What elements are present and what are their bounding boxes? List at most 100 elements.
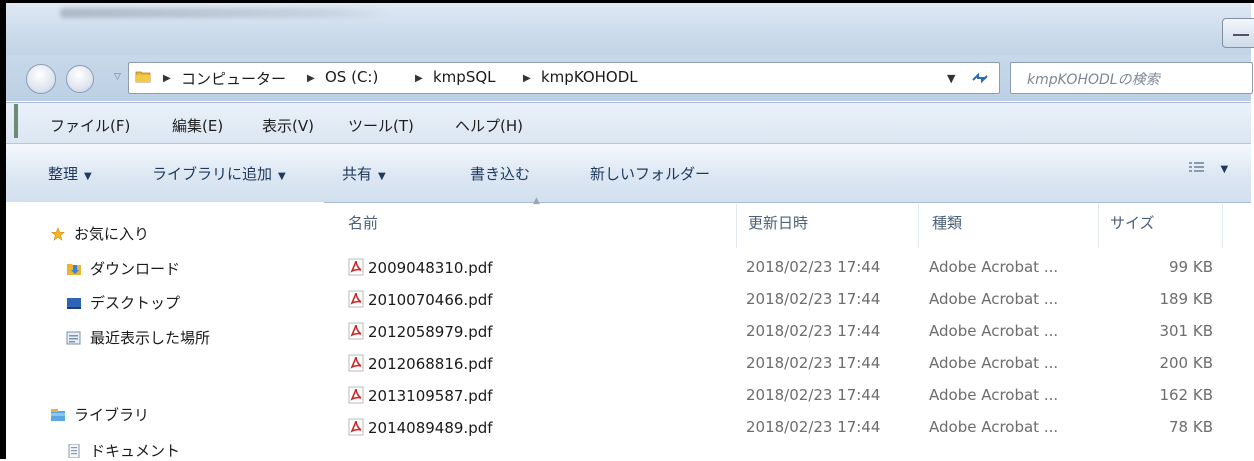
- nav-item-recent-places[interactable]: 最近表示した場所: [66, 327, 210, 348]
- add-to-library-button[interactable]: ライブラリに追加 ▼: [152, 163, 286, 184]
- organize-button[interactable]: 整理 ▼: [48, 163, 92, 184]
- breadcrumb-computer[interactable]: コンピューター: [181, 68, 286, 89]
- file-type: Adobe Acrobat ...: [929, 258, 1059, 276]
- menu-view[interactable]: 表示(V): [262, 115, 314, 136]
- star-icon: [51, 227, 65, 241]
- breadcrumb-arrow-icon[interactable]: ▶: [415, 73, 423, 84]
- address-dropdown-chevron-icon[interactable]: ▼: [947, 72, 955, 85]
- menu-file[interactable]: ファイル(F): [50, 115, 130, 136]
- file-type: Adobe Acrobat ...: [929, 418, 1059, 436]
- file-date: 2018/02/23 17:44: [746, 418, 881, 436]
- file-row[interactable]: 2012058979.pdf 2018/02/23 17:44 Adobe Acro…: [340, 322, 1230, 354]
- view-details-icon: [1189, 162, 1204, 172]
- file-date: 2018/02/23 17:44: [746, 258, 881, 276]
- breadcrumb-arrow-icon[interactable]: ▶: [307, 73, 315, 84]
- recent-places-icon: [66, 331, 81, 345]
- search-box[interactable]: kmpKOHODLの検索: [1010, 62, 1253, 94]
- address-bar[interactable]: ▶ コンピューター ▶ OS (C:) ▶ kmpSQL ▶ kmpKOHODL…: [128, 62, 1000, 94]
- file-name[interactable]: 2013109587.pdf: [348, 386, 493, 405]
- breadcrumb-arrow-icon[interactable]: ▶: [163, 73, 171, 84]
- file-date: 2018/02/23 17:44: [746, 354, 881, 372]
- view-chevron-icon: ▼: [1220, 164, 1229, 175]
- nav-favorites[interactable]: お気に入り: [50, 223, 149, 244]
- desktop-icon: [67, 298, 81, 309]
- burn-button[interactable]: 書き込む: [470, 163, 530, 184]
- add-to-library-label: ライブラリに追加: [152, 165, 273, 183]
- file-row[interactable]: 2012068816.pdf 2018/02/23 17:44 Adobe Acro…: [340, 354, 1230, 386]
- file-name[interactable]: 2012068816.pdf: [348, 354, 493, 373]
- new-folder-button[interactable]: 新しいフォルダー: [590, 163, 710, 184]
- file-size: 99 KB: [1169, 258, 1213, 276]
- dropdown-caret-icon: ▼: [378, 171, 386, 182]
- nav-favorites-label: お気に入り: [74, 225, 150, 243]
- pdf-file-icon: [348, 354, 364, 372]
- libraries-icon: [51, 409, 65, 421]
- file-name-label: 2012058979.pdf: [368, 323, 493, 341]
- column-header-name[interactable]: 名前: [348, 212, 378, 233]
- file-size: 301 KB: [1159, 322, 1213, 340]
- back-button[interactable]: [26, 64, 56, 94]
- file-row[interactable]: 2014089489.pdf 2018/02/23 17:44 Adobe Acro…: [340, 418, 1230, 450]
- sort-ascending-icon: ▲: [533, 196, 540, 206]
- pdf-file-icon: [348, 418, 364, 436]
- column-divider[interactable]: [736, 204, 737, 248]
- refresh-icon[interactable]: [969, 69, 991, 87]
- column-divider[interactable]: [1098, 204, 1099, 248]
- nav-item-label: 最近表示した場所: [90, 329, 211, 347]
- file-size: 78 KB: [1169, 418, 1213, 436]
- column-header-size[interactable]: サイズ: [1110, 212, 1155, 233]
- file-size: 162 KB: [1159, 386, 1213, 404]
- organize-label: 整理: [48, 165, 79, 183]
- recent-pages-chevron-icon[interactable]: ▽: [114, 72, 121, 82]
- breadcrumb-folder-kmpkohodl[interactable]: kmpKOHODL: [541, 68, 638, 86]
- file-name-label: 2009048310.pdf: [368, 259, 493, 277]
- file-type: Adobe Acrobat ...: [929, 322, 1059, 340]
- file-size: 200 KB: [1159, 354, 1213, 372]
- menu-help[interactable]: ヘルプ(H): [455, 115, 523, 136]
- file-type: Adobe Acrobat ...: [929, 290, 1059, 308]
- column-divider[interactable]: [918, 204, 919, 248]
- share-button[interactable]: 共有 ▼: [342, 163, 386, 184]
- new-folder-label: 新しいフォルダー: [590, 165, 711, 183]
- title-bar-blurred-text: [60, 8, 390, 18]
- change-view-button[interactable]: ▼: [1188, 160, 1228, 176]
- nav-item-downloads[interactable]: ダウンロード: [66, 258, 180, 279]
- column-divider[interactable]: [1222, 204, 1223, 248]
- menu-tools[interactable]: ツール(T): [348, 115, 414, 136]
- column-header-type[interactable]: 種類: [932, 212, 962, 233]
- breadcrumb-folder-kmpsql[interactable]: kmpSQL: [433, 68, 496, 86]
- forward-button[interactable]: [66, 65, 94, 93]
- column-header-date[interactable]: 更新日時: [748, 212, 808, 233]
- minimize-button[interactable]: [1222, 18, 1254, 48]
- nav-item-documents[interactable]: ドキュメント: [66, 440, 180, 461]
- file-date: 2018/02/23 17:44: [746, 290, 881, 308]
- pdf-file-icon: [348, 290, 364, 308]
- file-row[interactable]: 2009048310.pdf 2018/02/23 17:44 Adobe Acro…: [340, 258, 1230, 290]
- nav-item-desktop[interactable]: デスクトップ: [66, 292, 180, 313]
- breadcrumb-arrow-icon[interactable]: ▶: [523, 73, 531, 84]
- file-date: 2018/02/23 17:44: [746, 322, 881, 340]
- pdf-file-icon: [348, 322, 364, 340]
- file-row[interactable]: 2010070466.pdf 2018/02/23 17:44 Adobe Acro…: [340, 290, 1230, 322]
- file-type: Adobe Acrobat ...: [929, 354, 1059, 372]
- pdf-file-icon: [348, 386, 364, 404]
- menu-edit[interactable]: 編集(E): [172, 115, 223, 136]
- breadcrumb-drive[interactable]: OS (C:): [325, 68, 378, 86]
- documents-icon: [68, 444, 80, 458]
- pdf-file-icon: [348, 258, 364, 276]
- nav-libraries-label: ライブラリ: [74, 406, 150, 424]
- file-name-label: 2010070466.pdf: [368, 291, 493, 309]
- file-name[interactable]: 2012058979.pdf: [348, 322, 493, 341]
- file-name-label: 2014089489.pdf: [368, 419, 493, 437]
- file-name-label: 2013109587.pdf: [368, 387, 493, 405]
- file-name[interactable]: 2009048310.pdf: [348, 258, 493, 277]
- file-name-label: 2012068816.pdf: [368, 355, 493, 373]
- file-name[interactable]: 2010070466.pdf: [348, 290, 493, 309]
- nav-item-label: デスクトップ: [90, 294, 181, 312]
- file-row[interactable]: 2013109587.pdf 2018/02/23 17:44 Adobe Acro…: [340, 386, 1230, 418]
- menu-bar-accent: [14, 104, 18, 138]
- nav-libraries[interactable]: ライブラリ: [50, 404, 149, 425]
- burn-label: 書き込む: [470, 165, 531, 183]
- file-name[interactable]: 2014089489.pdf: [348, 418, 493, 437]
- share-label: 共有: [342, 165, 373, 183]
